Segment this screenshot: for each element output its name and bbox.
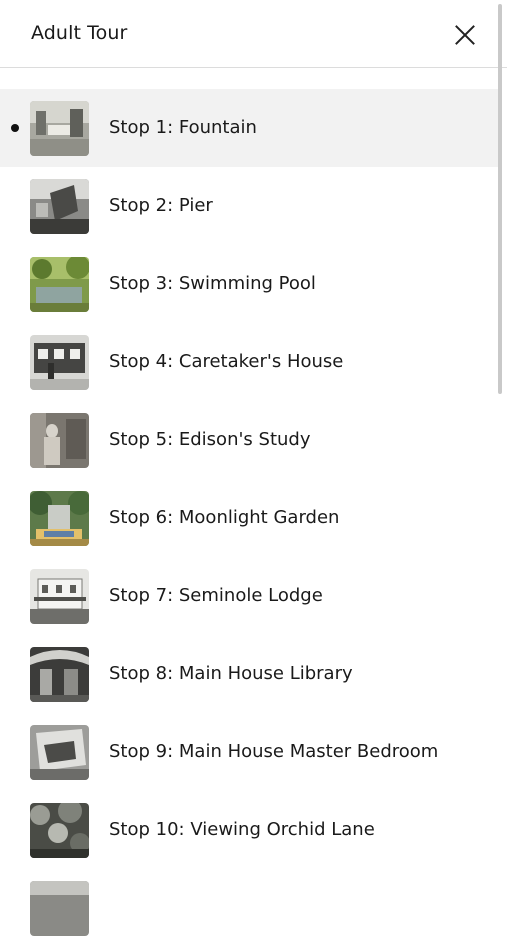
- stop-thumbnail: [30, 335, 89, 390]
- list-item[interactable]: Stop 3: Swimming Pool: [0, 245, 498, 323]
- list-item[interactable]: Stop 7: Seminole Lodge: [0, 557, 498, 635]
- stop-label: Stop 8: Main House Library: [109, 663, 353, 684]
- stop-label: Stop 9: Main House Master Bedroom: [109, 741, 439, 762]
- current-stop-indicator: [11, 124, 19, 132]
- scrollbar[interactable]: [498, 4, 502, 394]
- stop-thumbnail: [30, 179, 89, 234]
- list-item[interactable]: Stop 6: Moonlight Garden: [0, 479, 498, 557]
- stop-thumbnail: [30, 569, 89, 624]
- stop-thumbnail: [30, 491, 89, 546]
- stop-label: Stop 10: Viewing Orchid Lane: [109, 819, 375, 840]
- stop-list: Stop 1: Fountain Stop 2: Pier Stop 3: Sw…: [0, 89, 498, 936]
- close-button[interactable]: [451, 21, 479, 49]
- stop-label: Stop 4: Caretaker's House: [109, 351, 344, 372]
- stop-thumbnail: [30, 257, 89, 312]
- list-item[interactable]: Stop 9: Main House Master Bedroom: [0, 713, 498, 791]
- header: Adult Tour: [0, 0, 507, 68]
- stop-label: Stop 1: Fountain: [109, 117, 257, 138]
- stop-label: Stop 3: Swimming Pool: [109, 273, 316, 294]
- list-item[interactable]: [0, 869, 498, 936]
- stop-thumbnail: [30, 101, 89, 156]
- stop-thumbnail: [30, 413, 89, 468]
- stop-label: Stop 2: Pier: [109, 195, 213, 216]
- page-title: Adult Tour: [31, 22, 128, 44]
- stop-thumbnail: [30, 803, 89, 858]
- stop-label: Stop 6: Moonlight Garden: [109, 507, 340, 528]
- list-item[interactable]: Stop 8: Main House Library: [0, 635, 498, 713]
- list-item[interactable]: Stop 1: Fountain: [0, 89, 498, 167]
- list-item[interactable]: Stop 10: Viewing Orchid Lane: [0, 791, 498, 869]
- list-item[interactable]: Stop 5: Edison's Study: [0, 401, 498, 479]
- stop-label: Stop 5: Edison's Study: [109, 429, 311, 450]
- stop-label: Stop 7: Seminole Lodge: [109, 585, 323, 606]
- list-item[interactable]: Stop 4: Caretaker's House: [0, 323, 498, 401]
- list-item[interactable]: Stop 2: Pier: [0, 167, 498, 245]
- stop-thumbnail: [30, 725, 89, 780]
- stop-thumbnail: [30, 881, 89, 936]
- stop-thumbnail: [30, 647, 89, 702]
